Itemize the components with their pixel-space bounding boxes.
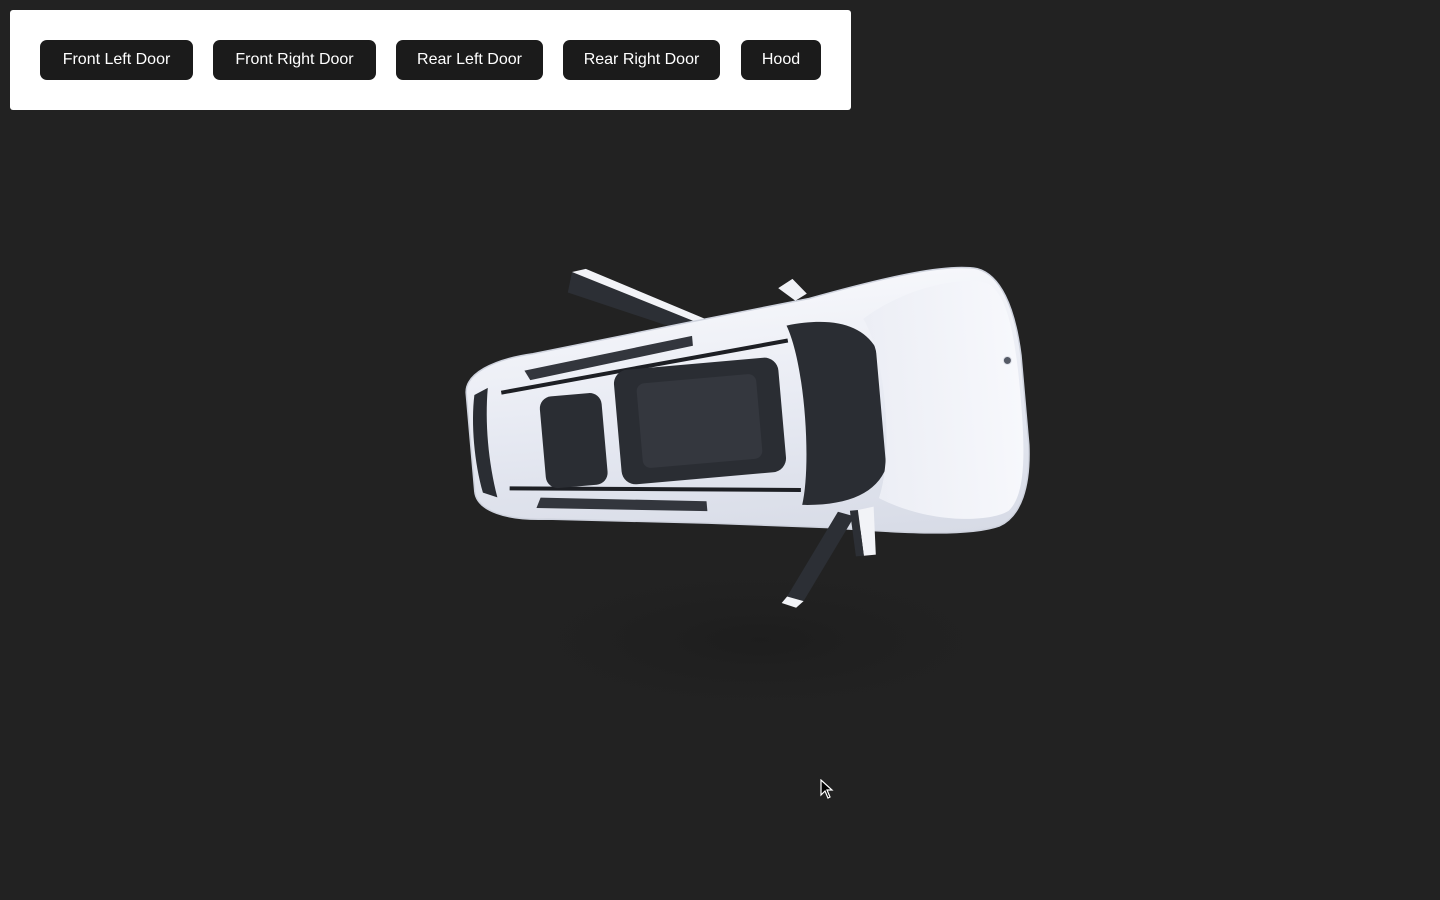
car-shadow (460, 550, 1060, 730)
front-right-door-button[interactable]: Front Right Door (213, 40, 376, 80)
front-left-door-button[interactable]: Front Left Door (40, 40, 193, 80)
app-viewport: Front Left Door Front Right Door Rear Le… (0, 0, 1440, 900)
brand-badge (1002, 355, 1012, 365)
hood-button[interactable]: Hood (741, 40, 821, 80)
rear-left-door-button[interactable]: Rear Left Door (396, 40, 543, 80)
rear-right-door-button[interactable]: Rear Right Door (563, 40, 720, 80)
door-control-panel: Front Left Door Front Right Door Rear Le… (10, 10, 851, 110)
front-right-door-open (849, 506, 876, 557)
sunroof-interior (636, 374, 763, 468)
hood (863, 281, 1024, 519)
car-3d-scene[interactable] (0, 0, 1440, 900)
pointer-cursor-icon (820, 779, 834, 799)
rear-sunroof (539, 393, 608, 489)
mirror-left (778, 278, 807, 301)
